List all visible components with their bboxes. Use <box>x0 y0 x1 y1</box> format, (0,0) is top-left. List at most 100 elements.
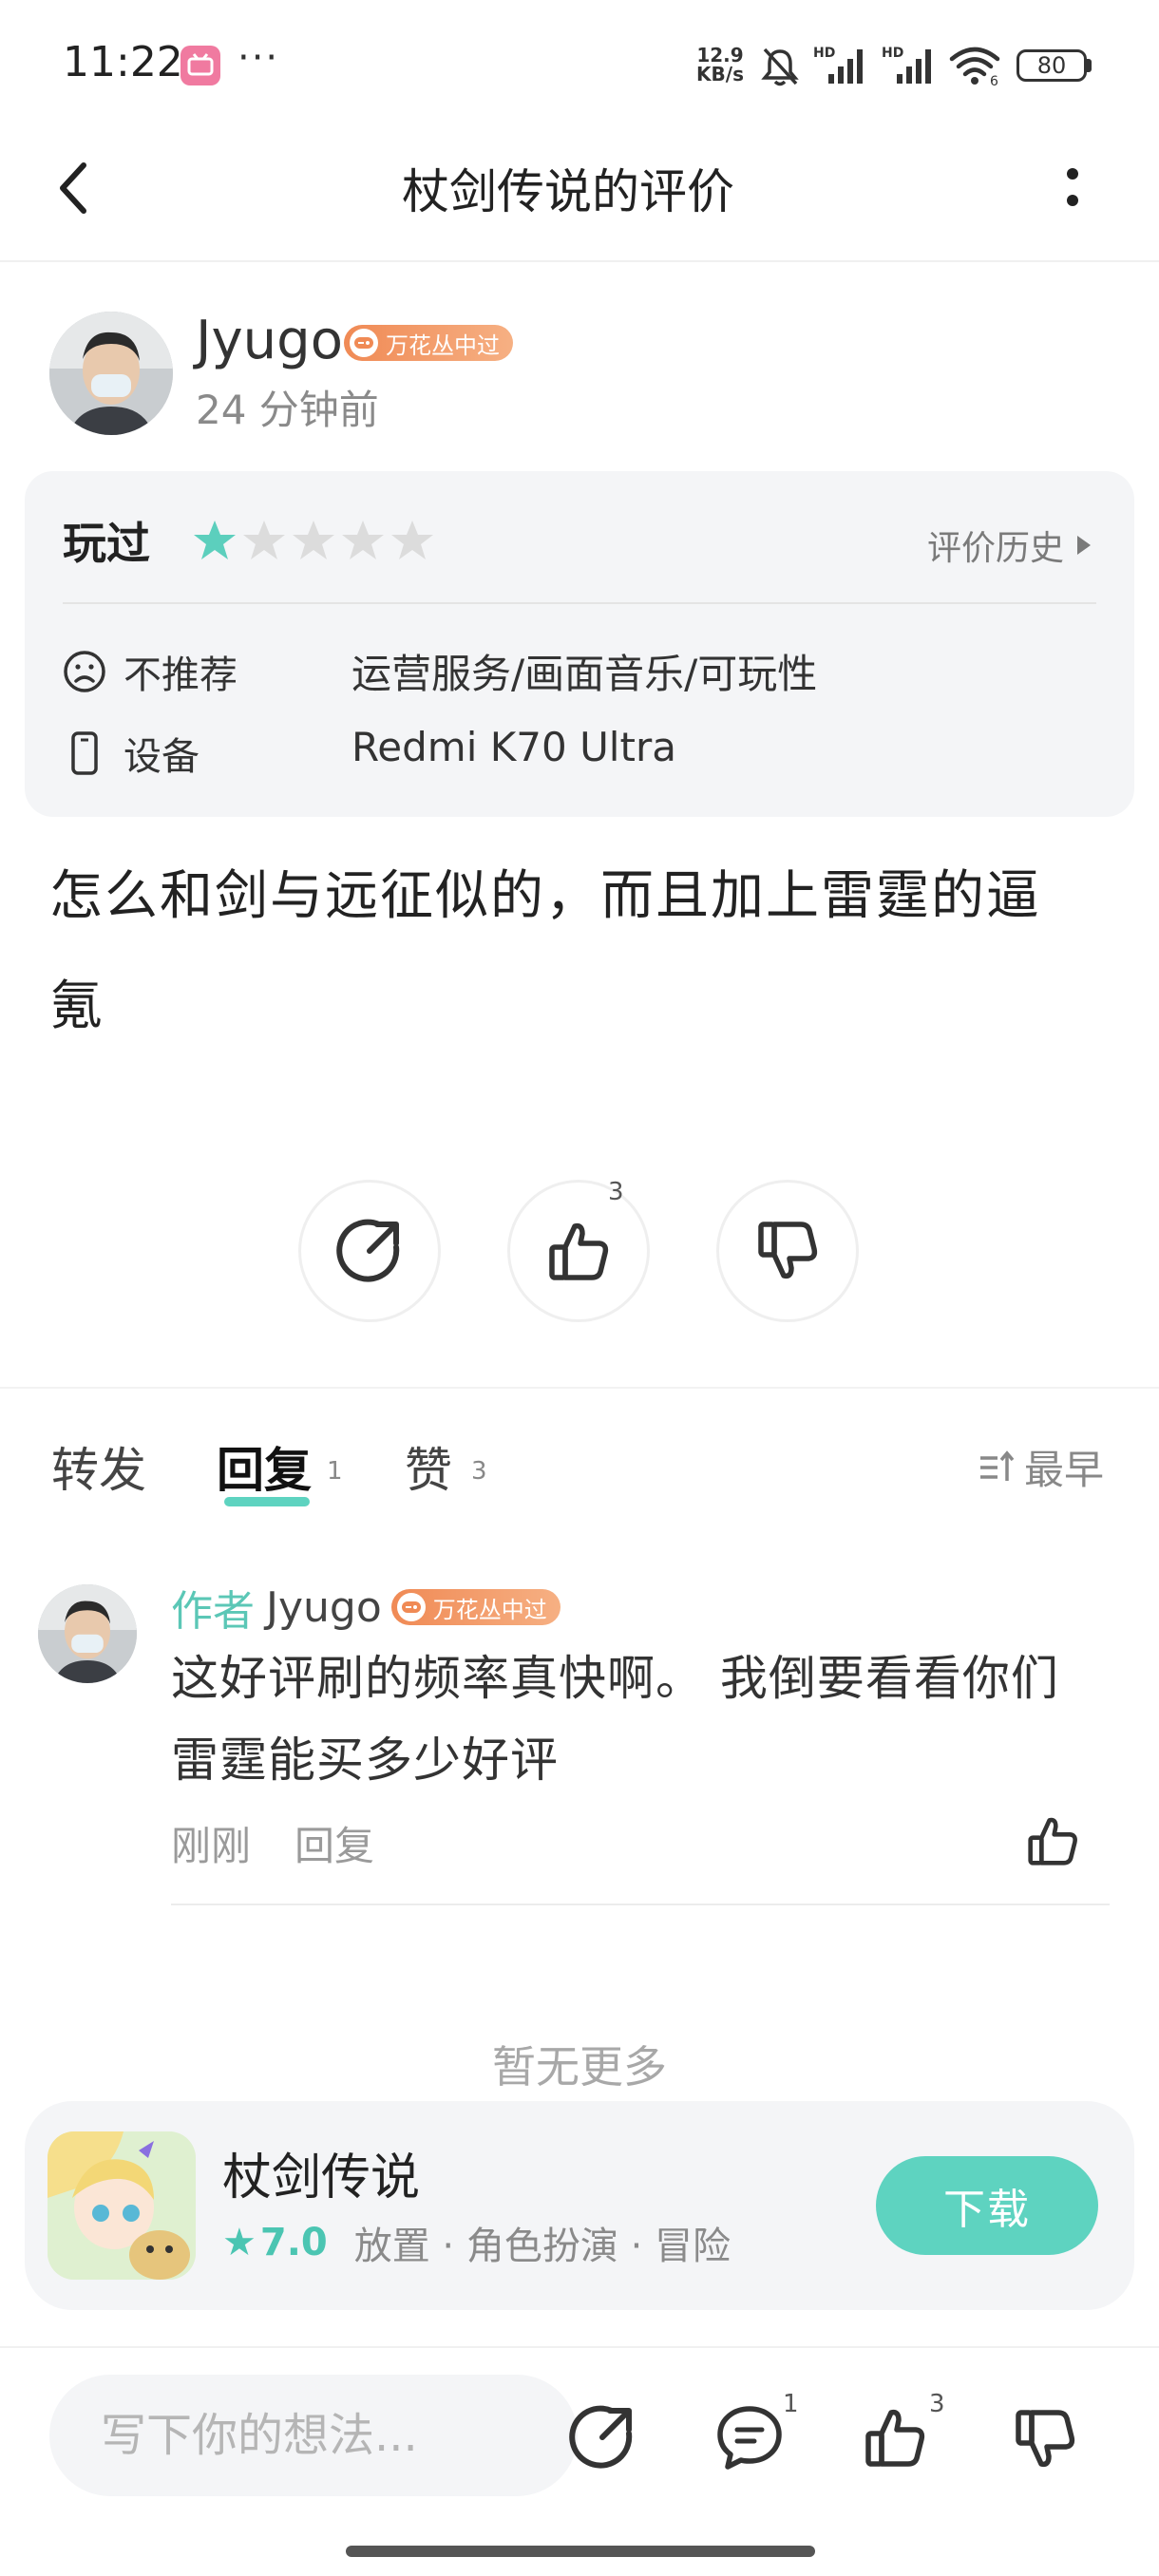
signal-hd-2-icon: HD <box>882 44 939 87</box>
tab-share[interactable]: 转发 <box>51 1432 146 1501</box>
game-icon <box>48 2131 196 2280</box>
more-vertical-icon <box>1067 168 1078 206</box>
svg-text:6: 6 <box>990 74 998 87</box>
star-filled-icon <box>194 521 236 559</box>
review-content: 怎么和剑与远征似的，而且加上雷霆的逼 氪 <box>49 842 1113 1062</box>
game-tags: 放置 · 角色扮演 · 冒险 <box>353 2225 732 2268</box>
wifi-icon: 6 <box>948 44 1005 87</box>
game-rating: 7.0 <box>259 2221 328 2264</box>
sort-icon <box>980 1449 1015 1481</box>
gamepad-icon <box>396 1593 426 1621</box>
comment-icon <box>717 2406 782 2470</box>
sort-label: 最早 <box>1024 1447 1105 1493</box>
game-card[interactable]: 杖剑传说 ★ 7.0 放置 · 角色扮演 · 冒险 下载 <box>25 2101 1134 2310</box>
reply-content: 这好评刷的频率真快啊。 我倒要看看你们 雷霆能买多少好评 <box>171 1638 1121 1801</box>
author-badge: 万花丛中过 <box>344 325 513 361</box>
game-name: 杖剑传说 <box>222 2150 421 2207</box>
no-more-text: 暂无更多 <box>492 2041 667 2093</box>
reply-author-badge: 万花丛中过 <box>390 1589 560 1625</box>
device-value: Redmi K70 Ultra <box>352 724 676 770</box>
battery-level: 80 <box>1016 49 1087 82</box>
svg-text:HD: HD <box>882 46 903 61</box>
mute-bell-icon <box>760 46 800 87</box>
sort-button[interactable]: 最早 <box>978 1438 1104 1496</box>
like-button[interactable] <box>507 1180 650 1322</box>
bottom-like-count: 3 <box>929 2390 945 2418</box>
bilibili-app-icon <box>180 46 220 85</box>
status-time: 11:22 <box>63 38 183 86</box>
reply-content-line2: 雷霆能买多少好评 <box>171 1733 559 1788</box>
author-badge-text: 万花丛中过 <box>386 331 500 359</box>
reply-time: 刚刚 <box>171 1823 252 1869</box>
status-overflow-dots: ··· <box>238 36 280 80</box>
header-divider <box>0 260 1159 262</box>
review-content-line2: 氪 <box>49 975 104 1037</box>
reply-author-name[interactable]: Jyugo <box>266 1583 382 1632</box>
network-speed-value: 12.9 <box>696 44 744 66</box>
triangle-right-icon <box>1077 536 1091 555</box>
reply-author-tag: 作者 <box>171 1587 255 1636</box>
star-empty-icon <box>293 521 334 559</box>
star-empty-icon <box>243 521 285 559</box>
share-icon <box>569 2405 633 2469</box>
phone-icon <box>71 731 98 775</box>
review-history-link[interactable]: 评价历史 <box>927 521 1092 570</box>
thumbs-down-icon <box>758 1222 818 1279</box>
gamepad-icon <box>350 329 378 357</box>
reply-divider <box>171 1904 1110 1905</box>
section-separator <box>0 1387 1159 1389</box>
review-author-name[interactable]: Jyugo <box>196 310 343 371</box>
game-rating-star-icon: ★ <box>222 2221 256 2264</box>
rating-card: 玩过 评价历史 不推荐 运营服务/画面音乐/可玩性 设备 Redmi K70 U… <box>25 471 1134 817</box>
download-button[interactable]: 下载 <box>876 2156 1098 2255</box>
tab-likes[interactable]: 赞 3 <box>405 1432 487 1501</box>
not-recommend-label: 不推荐 <box>124 653 238 697</box>
bottom-dislike-button[interactable] <box>1011 2405 1079 2473</box>
sad-face-icon <box>64 651 105 692</box>
played-label: 玩过 <box>63 518 150 569</box>
review-time: 24 分钟前 <box>196 387 379 433</box>
svg-text:HD: HD <box>813 46 835 61</box>
reply-badge-text: 万花丛中过 <box>432 1596 547 1623</box>
bottom-comment-button[interactable] <box>714 2403 785 2473</box>
tab-replies[interactable]: 回复 1 <box>217 1432 343 1506</box>
tab-share-label: 转发 <box>51 1443 146 1498</box>
home-indicator[interactable] <box>346 2546 815 2557</box>
signal-hd-1-icon: HD <box>813 44 870 87</box>
network-speed: 12.9 KB/s <box>690 46 750 84</box>
reply-content-line1: 这好评刷的频率真快啊。 我倒要看看你们 <box>171 1651 1059 1706</box>
bottom-like-button[interactable] <box>861 2403 929 2472</box>
review-history-label: 评价历史 <box>926 529 1064 568</box>
star-empty-icon <box>391 521 433 559</box>
page-title: 杖剑传说的评价 <box>402 164 734 219</box>
star-rating <box>192 519 435 562</box>
bottom-share-button[interactable] <box>566 2401 638 2473</box>
more-button[interactable] <box>1049 154 1096 220</box>
thumbs-up-icon <box>1028 1817 1077 1866</box>
like-count-badge: 3 <box>608 1178 624 1206</box>
reply-action-button[interactable]: 回复 <box>294 1814 374 1872</box>
thumbs-down-icon <box>1016 2410 1075 2468</box>
share-button[interactable] <box>298 1180 441 1322</box>
tab-replies-label: 回复 <box>217 1443 312 1498</box>
network-speed-unit: KB/s <box>696 63 744 85</box>
comment-input[interactable] <box>99 2408 540 2463</box>
device-row: 设备 <box>63 726 200 781</box>
tab-likes-label: 赞 <box>405 1443 452 1498</box>
reply-avatar[interactable] <box>38 1584 137 1683</box>
dislike-button[interactable] <box>716 1180 859 1322</box>
battery-indicator: 80 <box>1016 49 1092 82</box>
thumbs-up-icon <box>865 2409 925 2467</box>
game-meta: ★ 7.0 放置 · 角色扮演 · 冒险 <box>222 2215 731 2270</box>
battery-tip <box>1087 59 1092 72</box>
reply-like-button[interactable] <box>1024 1812 1081 1869</box>
review-content-line1: 怎么和剑与远征似的，而且加上雷霆的逼 <box>49 865 1041 927</box>
device-label: 设备 <box>124 735 200 779</box>
comment-input-wrapper[interactable] <box>49 2375 578 2496</box>
thumbs-up-icon <box>549 1222 609 1280</box>
star-empty-icon <box>342 521 384 559</box>
reply-header: 作者 Jyugo 万花丛中过 <box>171 1577 560 1638</box>
card-divider <box>63 602 1096 604</box>
not-recommend-value: 运营服务/画面音乐/可玩性 <box>352 651 818 697</box>
avatar[interactable] <box>49 312 173 435</box>
